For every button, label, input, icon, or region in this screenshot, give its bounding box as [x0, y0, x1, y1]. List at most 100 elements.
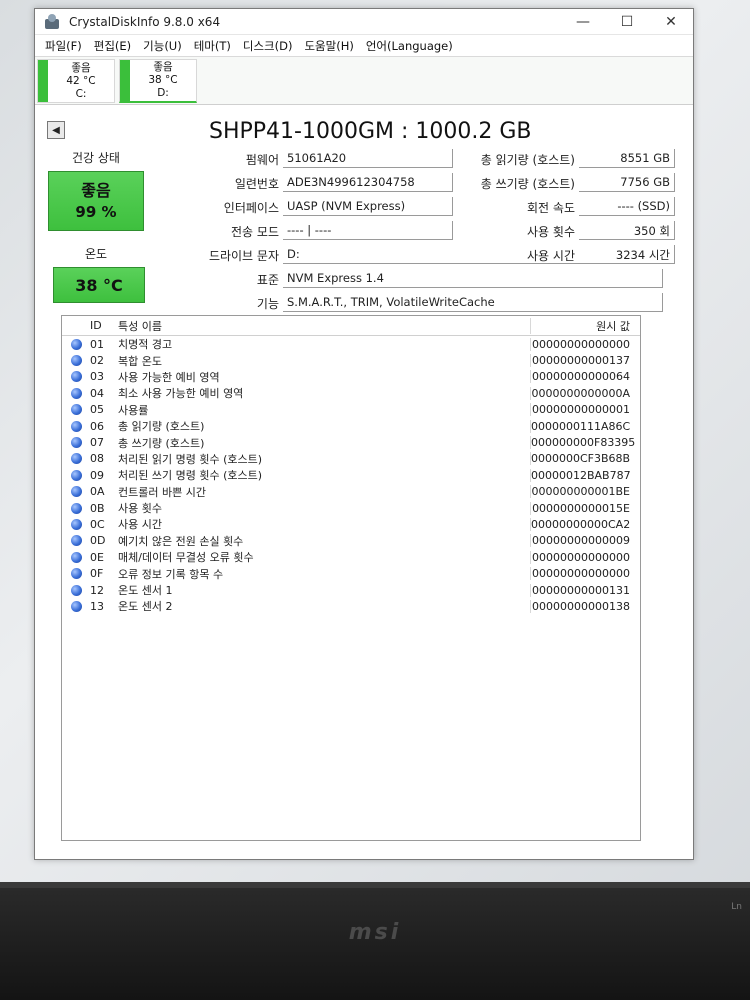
attribute-raw-value: 000000000F83395: [530, 436, 640, 450]
features-label: 기능: [256, 297, 279, 311]
attribute-name: 오류 정보 기록 항목 수: [118, 567, 224, 581]
table-row[interactable]: 0E 매체/데이터 무결성 오류 횟수 00000000000000: [62, 549, 640, 565]
drive-letter-label: 드라이브 문자: [208, 249, 279, 263]
msi-logo: msi: [348, 920, 402, 945]
drive-selector-bar: 좋음 42 °C C: 좋음 38 °C D:: [35, 57, 693, 105]
status-dot-icon: [70, 404, 82, 416]
table-row[interactable]: 03 사용 가능한 예비 영역 00000000000064: [62, 369, 640, 385]
attribute-name: 사용 시간: [118, 518, 162, 532]
rotation-value: ---- (SSD): [579, 197, 675, 216]
attribute-id: 01: [90, 337, 104, 351]
menu-disk[interactable]: 디스크(D): [237, 38, 299, 54]
corner-label: Ln: [731, 902, 742, 912]
attribute-name: 사용률: [118, 403, 149, 417]
status-dot-icon: [70, 338, 82, 350]
attribute-id: 12: [90, 583, 104, 597]
drive-letter: C:: [75, 87, 87, 100]
attribute-id: 05: [90, 403, 104, 417]
drive-tile-d[interactable]: 좋음 38 °C D:: [119, 59, 197, 103]
table-row[interactable]: 05 사용률 00000000000001: [62, 402, 640, 418]
standard-value: NVM Express 1.4: [283, 269, 663, 288]
status-dot-icon: [70, 437, 82, 449]
table-row[interactable]: 07 총 쓰기량 (호스트) 000000000F83395: [62, 434, 640, 450]
status-dot-icon: [70, 584, 82, 596]
table-row[interactable]: 06 총 읽기량 (호스트) 0000000111A86C: [62, 418, 640, 434]
table-row[interactable]: 08 처리된 읽기 명령 횟수 (호스트) 0000000CF3B68B: [62, 451, 640, 467]
health-status-text: 좋음: [81, 181, 111, 200]
attribute-raw-value: 0000000000015E: [530, 501, 640, 515]
table-row[interactable]: 0B 사용 횟수 0000000000015E: [62, 500, 640, 516]
attribute-id: 04: [90, 386, 104, 400]
maximize-button[interactable]: ☐: [605, 9, 649, 34]
table-row[interactable]: 0C 사용 시간 00000000000CA2: [62, 516, 640, 532]
crystaldiskinfo-app-icon: [43, 13, 61, 31]
drive-letter: D:: [157, 87, 169, 99]
status-dot-icon: [70, 355, 82, 367]
column-header-raw[interactable]: 원시 값: [530, 317, 640, 334]
health-indicator-stripe: [120, 60, 130, 101]
status-dot-icon: [70, 453, 82, 465]
attribute-raw-value: 00000000000137: [530, 354, 640, 368]
attribute-raw-value: 00000000000CA2: [530, 517, 640, 531]
status-dot-icon: [70, 486, 82, 498]
attribute-name: 복합 온도: [118, 354, 162, 368]
health-percent: 99 %: [75, 203, 117, 221]
attribute-name: 온도 센서 2: [118, 600, 173, 614]
column-header-name[interactable]: 특성 이름: [118, 318, 530, 334]
power-count-value: 350 회: [579, 221, 675, 240]
table-row[interactable]: 0F 오류 정보 기록 항목 수 00000000000000: [62, 565, 640, 581]
smart-attribute-table[interactable]: ID 특성 이름 원시 값 01 치명적 경고 00000000000000 02 복합…: [61, 315, 641, 841]
table-row[interactable]: 0D 예기치 않은 전원 손실 횟수 00000000000009: [62, 533, 640, 549]
menu-help[interactable]: 도움말(H): [298, 38, 359, 54]
menu-theme[interactable]: 테마(T): [188, 38, 237, 54]
attribute-name: 온도 센서 1: [118, 584, 173, 598]
attribute-id: 0F: [90, 567, 104, 581]
attribute-raw-value: 0000000CF3B68B: [530, 452, 640, 466]
menu-language[interactable]: 언어(Language): [360, 38, 459, 54]
serial-value: ADE3N499612304758: [283, 173, 453, 192]
table-row[interactable]: 02 복합 온도 00000000000137: [62, 352, 640, 368]
drive-tile-c[interactable]: 좋음 42 °C C:: [37, 59, 115, 103]
status-dot-icon: [70, 387, 82, 399]
status-dot-icon: [70, 551, 82, 563]
status-dot-icon: [70, 535, 82, 547]
health-status-box[interactable]: 좋음 99 %: [48, 171, 144, 231]
table-row[interactable]: 13 온도 센서 2 00000000000138: [62, 598, 640, 614]
triangle-left-icon: ◀: [52, 124, 60, 136]
host-reads-label: 총 읽기량 (호스트): [480, 153, 575, 167]
menu-function[interactable]: 기능(U): [137, 38, 188, 54]
temperature-value: 38 °C: [75, 275, 123, 295]
drive-temp: 38 °C: [148, 74, 178, 86]
window-title: CrystalDiskInfo 9.8.0 x64: [69, 14, 221, 29]
drive-status: 좋음: [71, 61, 91, 74]
close-button[interactable]: ✕: [649, 9, 693, 34]
menu-edit[interactable]: 편집(E): [88, 38, 137, 54]
attribute-name: 치명적 경고: [118, 338, 173, 352]
status-dot-icon: [70, 469, 82, 481]
status-dot-icon: [70, 502, 82, 514]
drive-temp: 42 °C: [66, 74, 96, 87]
status-dot-icon: [70, 371, 82, 383]
table-header: ID 특성 이름 원시 값: [62, 316, 640, 336]
attribute-id: 07: [90, 436, 104, 450]
table-row[interactable]: 01 치명적 경고 00000000000000: [62, 336, 640, 352]
table-row[interactable]: 04 최소 사용 가능한 예비 영역 0000000000000A: [62, 385, 640, 401]
minimize-button[interactable]: —: [561, 9, 605, 34]
column-header-id[interactable]: ID: [90, 319, 118, 332]
attribute-raw-value: 00000000000001: [530, 403, 640, 417]
attribute-name: 예기치 않은 전원 손실 횟수: [118, 534, 244, 548]
host-writes-value: 7756 GB: [579, 173, 675, 192]
attribute-id: 13: [90, 599, 104, 613]
table-row[interactable]: 0A 컨트롤러 바쁜 시간 000000000001BE: [62, 484, 640, 500]
main-panel: ◀ SHPP41-1000GM : 1000.2 GB 건강 상태 좋음 99 …: [35, 107, 693, 859]
previous-drive-button[interactable]: ◀: [47, 121, 65, 139]
temperature-box[interactable]: 38 °C: [53, 267, 145, 303]
attribute-raw-value: 000000000001BE: [530, 485, 640, 499]
table-row[interactable]: 09 처리된 쓰기 명령 횟수 (호스트) 00000012BAB787: [62, 467, 640, 483]
attribute-id: 0A: [90, 485, 105, 499]
menu-file[interactable]: 파일(F): [39, 38, 88, 54]
attribute-id: 08: [90, 452, 104, 466]
attribute-id: 0B: [90, 501, 105, 515]
table-row[interactable]: 12 온도 센서 1 00000000000131: [62, 582, 640, 598]
health-indicator-stripe: [38, 60, 48, 102]
